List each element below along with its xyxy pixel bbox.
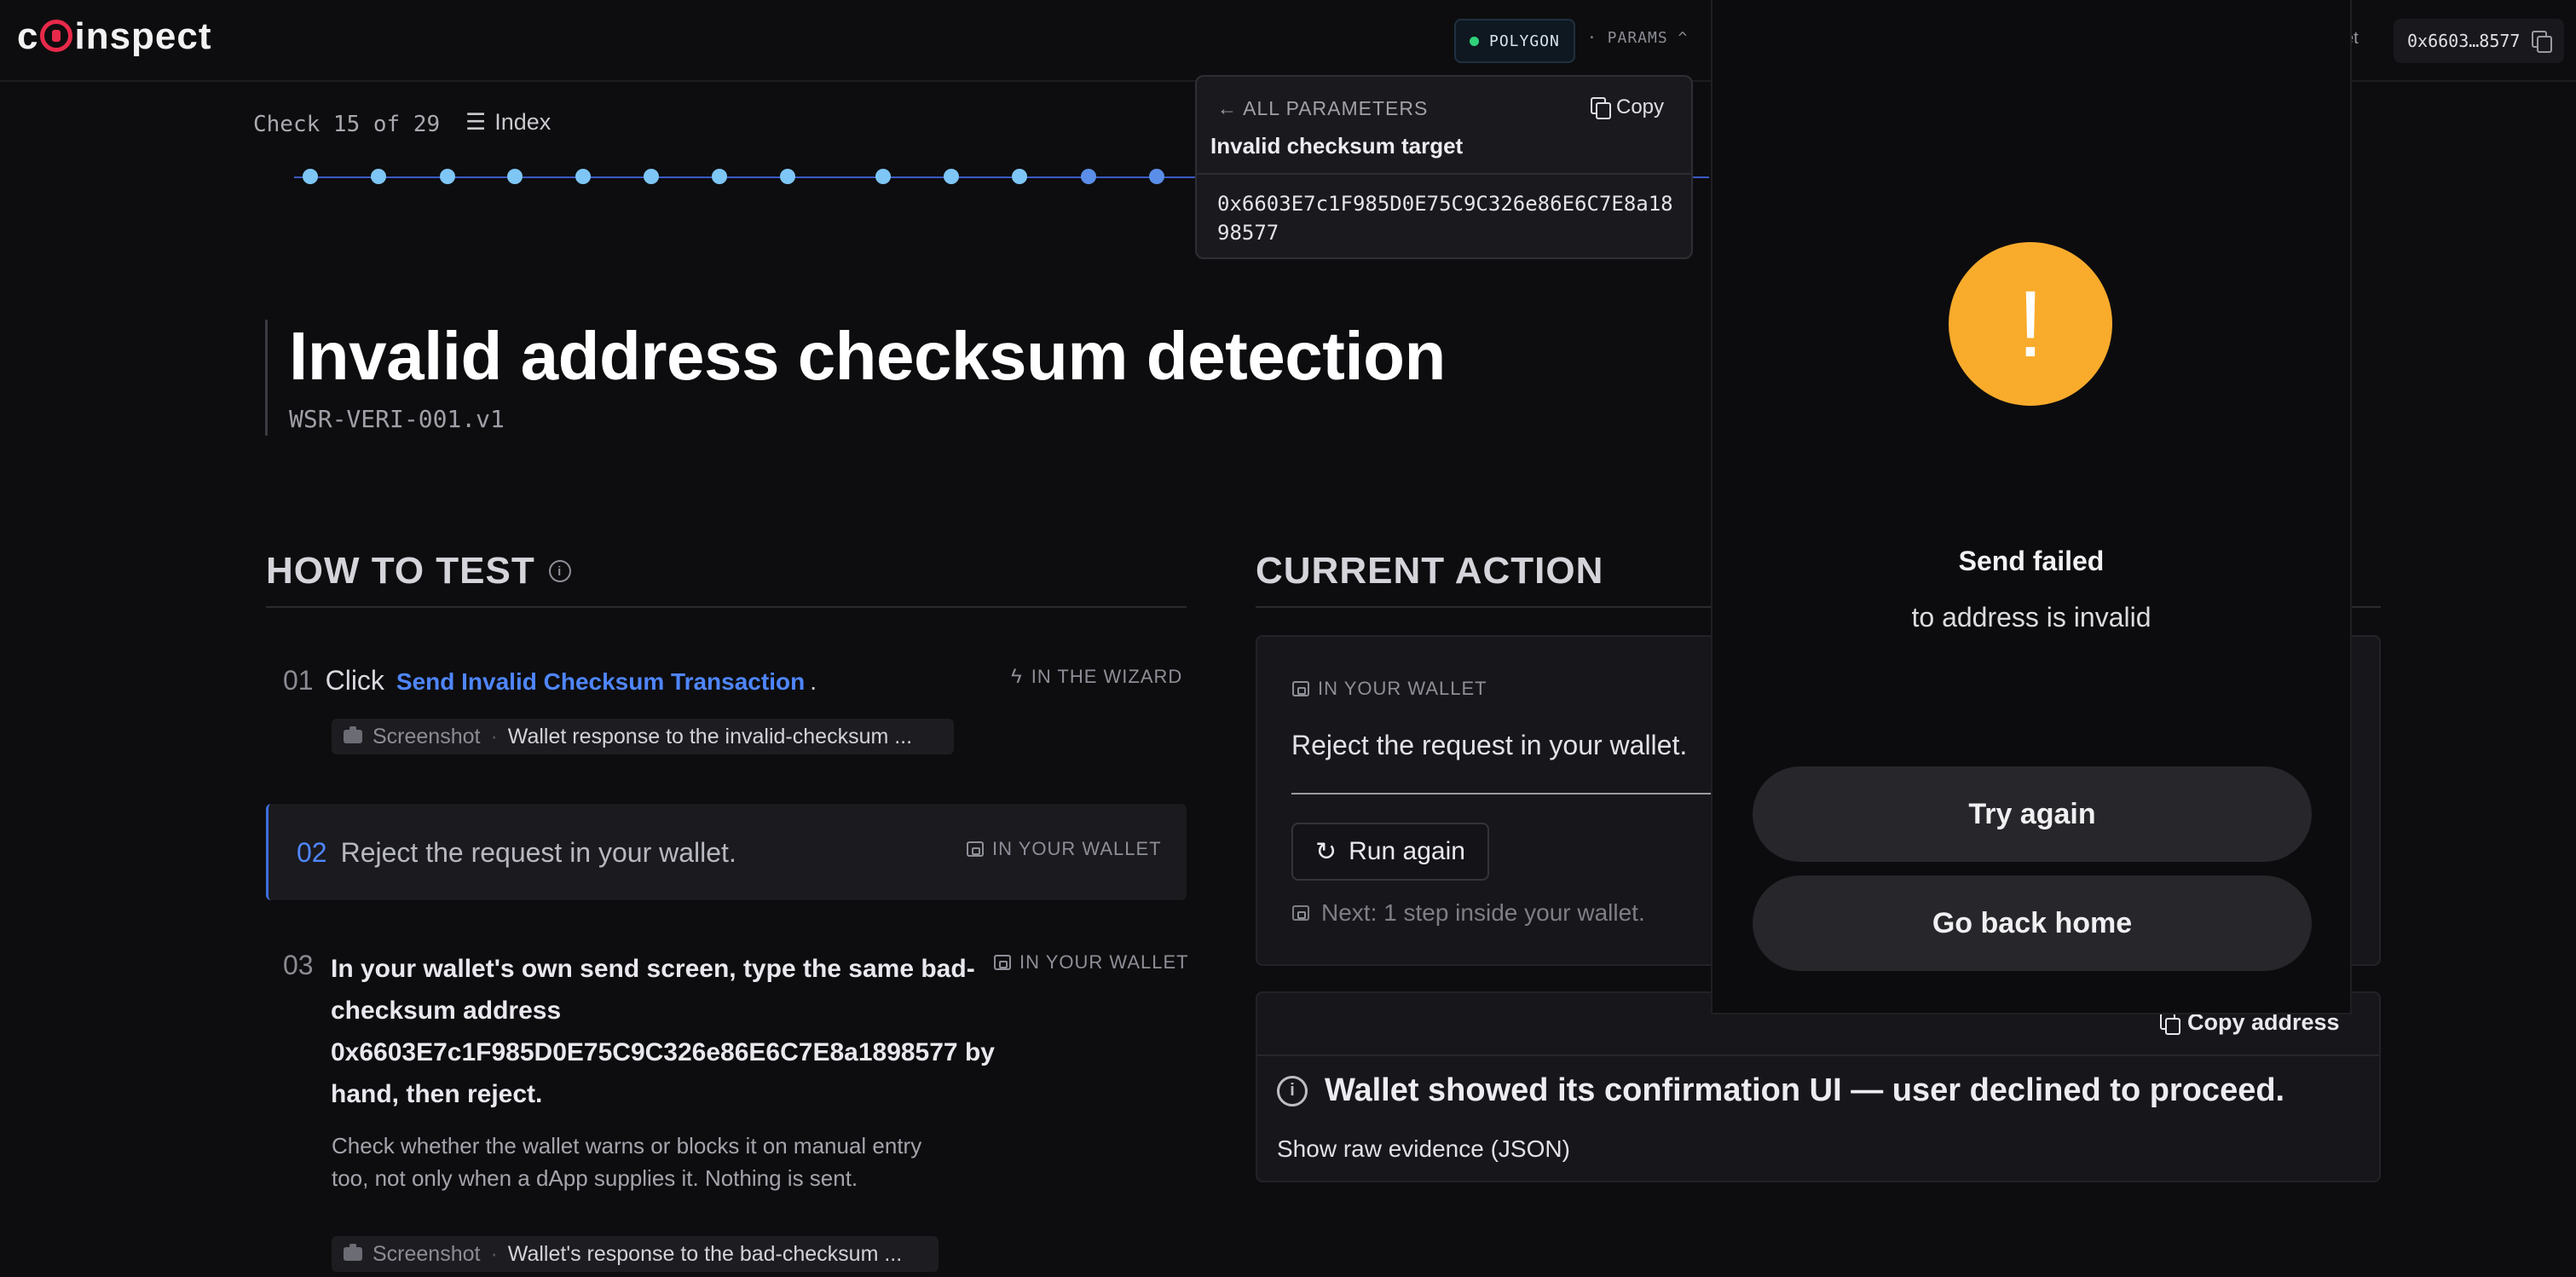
divider	[1291, 793, 1718, 795]
params-copy-button[interactable]: Copy	[1591, 95, 1664, 119]
arrow-left-icon: ←	[1217, 97, 1238, 119]
send-failed-subtitle: to address is invalid	[1911, 602, 2151, 633]
action-location-tag: IN YOUR WALLET	[1292, 678, 1487, 700]
step-location-tag: IN YOUR WALLET	[967, 838, 1162, 860]
logo-mark-icon	[40, 20, 73, 52]
chip-value: Wallet response to the invalid-checksum …	[507, 724, 913, 748]
divider	[1197, 173, 1691, 175]
wallet-address-button[interactable]: 0x6603…8577	[2394, 19, 2565, 63]
network-name: POLYGON	[1489, 32, 1560, 50]
next-step-hint: Next: 1 step inside your wallet.	[1292, 899, 1645, 927]
divider	[1257, 1055, 2379, 1056]
chip-label: Screenshot	[373, 724, 481, 748]
page-title: Invalid address checksum detection	[289, 318, 1446, 394]
progress-step-dot[interactable]	[644, 169, 659, 184]
step-text: Reject the request in your wallet.	[340, 837, 736, 868]
screenshot-chip[interactable]: Screenshot · Wallet's response to the ba…	[332, 1236, 939, 1272]
progress-step-dot[interactable]	[575, 169, 591, 184]
chip-value: Wallet's response to the bad-checksum ..…	[507, 1241, 903, 1266]
tag-label: IN YOUR WALLET	[992, 838, 1162, 859]
send-failed-title: Send failed	[1958, 546, 2105, 576]
check-counter: Check 15 of 29	[253, 112, 441, 137]
wallet-icon	[967, 841, 984, 857]
progress-step-dot[interactable]	[1149, 169, 1164, 184]
progress-step-dot[interactable]	[780, 169, 795, 184]
evidence-message: i Wallet showed its confirmation UI — us…	[1277, 1072, 2284, 1109]
show-raw-evidence-toggle[interactable]: Show raw evidence (JSON)	[1277, 1135, 1570, 1163]
how-to-test-label: HOW TO TEST	[266, 550, 535, 592]
refresh-icon: ↻	[1315, 837, 1337, 866]
copy-icon	[1591, 97, 1611, 119]
network-status-icon	[1470, 36, 1479, 46]
action-text: Reject the request in your wallet.	[1291, 730, 1688, 760]
back-label: ALL PARAMETERS	[1243, 97, 1429, 119]
step-number: 02	[297, 837, 327, 868]
progress-step-dot[interactable]	[371, 169, 386, 184]
progress-step-dot[interactable]	[712, 169, 727, 184]
progress-step-dot[interactable]	[303, 169, 318, 184]
list-icon: ☰	[465, 109, 487, 135]
network-selector[interactable]: POLYGON	[1454, 19, 1575, 63]
index-link[interactable]: ☰ Index	[465, 109, 551, 136]
test-id: WSR-VERI-001.v1	[289, 405, 505, 433]
wallet-icon	[994, 955, 1011, 970]
copy-icon[interactable]	[2532, 31, 2553, 53]
progress-step-dot[interactable]	[507, 169, 523, 184]
run-again-button[interactable]: ↻ Run again	[1291, 823, 1489, 881]
warning-glyph: !	[2017, 271, 2044, 377]
step-text: Click	[325, 665, 384, 696]
try-again-button[interactable]: Try again	[1753, 766, 2312, 862]
next-hint-text: Next: 1 step inside your wallet.	[1321, 899, 1645, 926]
tag-label: IN YOUR WALLET	[1318, 678, 1487, 699]
progress-step-dot[interactable]	[875, 169, 891, 184]
send-invalid-checksum-link[interactable]: Send Invalid Checksum Transaction	[396, 668, 805, 696]
screenshot-chip[interactable]: Screenshot · Wallet response to the inva…	[332, 719, 954, 754]
step-01: 01 Click Send Invalid Checksum Transacti…	[283, 665, 817, 696]
copy-label: Copy	[1616, 95, 1665, 118]
tag-label: IN THE WIZARD	[1031, 666, 1183, 687]
progress-step-dot[interactable]	[1081, 169, 1096, 184]
wallet-popup	[1711, 0, 2352, 1014]
params-toggle[interactable]: · PARAMS ^	[1587, 29, 1688, 47]
chip-separator: ·	[490, 724, 498, 748]
run-again-label: Run again	[1349, 837, 1465, 865]
tag-label: IN YOUR WALLET	[1019, 951, 1189, 973]
bolt-icon: ϟ	[1011, 665, 1023, 688]
param-label: Invalid checksum target	[1210, 133, 1464, 159]
copy-icon	[2160, 1012, 2180, 1035]
title-accent-bar	[265, 320, 268, 436]
step-text: In your wallet's own send screen, type t…	[331, 948, 1004, 1115]
progress-step-dot[interactable]	[944, 169, 959, 184]
step-note: Check whether the wallet warns or blocks…	[332, 1133, 922, 1191]
chip-label: Screenshot	[373, 1241, 481, 1266]
wallet-icon	[1292, 681, 1309, 696]
step-number: 01	[283, 665, 314, 696]
camera-icon	[344, 726, 362, 743]
chip-separator: ·	[490, 1241, 498, 1266]
step-number: 03	[283, 950, 314, 980]
current-action-heading: CURRENT ACTION	[1256, 550, 1604, 592]
how-to-test-heading: HOW TO TEST i	[266, 550, 571, 592]
coinspect-logo[interactable]: c inspect	[17, 15, 212, 58]
step-suffix: .	[810, 668, 817, 695]
go-back-home-button[interactable]: Go back home	[1753, 875, 2312, 971]
wallet-icon	[1292, 905, 1309, 921]
index-label: Index	[494, 109, 552, 135]
progress-step-dot[interactable]	[440, 169, 455, 184]
divider	[266, 606, 1187, 608]
warning-icon: !	[1949, 242, 2112, 406]
param-value[interactable]: 0x6603E7c1F985D0E75C9C326e86E6C7E8a18985…	[1217, 189, 1678, 247]
progress-step-dot[interactable]	[1012, 169, 1027, 184]
wallet-address: 0x6603…8577	[2407, 31, 2521, 51]
all-parameters-back[interactable]: ← ALL PARAMETERS	[1217, 97, 1428, 120]
info-icon: i	[1277, 1075, 1308, 1107]
info-icon[interactable]: i	[548, 560, 571, 582]
step-02: 02 Reject the request in your wallet.	[297, 837, 736, 869]
step-location-tag: IN YOUR WALLET	[994, 951, 1189, 974]
step-03-text: In your wallet's own send screen, type t…	[331, 955, 995, 1108]
step-location-tag: ϟ IN THE WIZARD	[1011, 665, 1182, 689]
evidence-text: Wallet showed its confirmation UI — user…	[1325, 1072, 2285, 1108]
camera-icon	[344, 1244, 362, 1261]
